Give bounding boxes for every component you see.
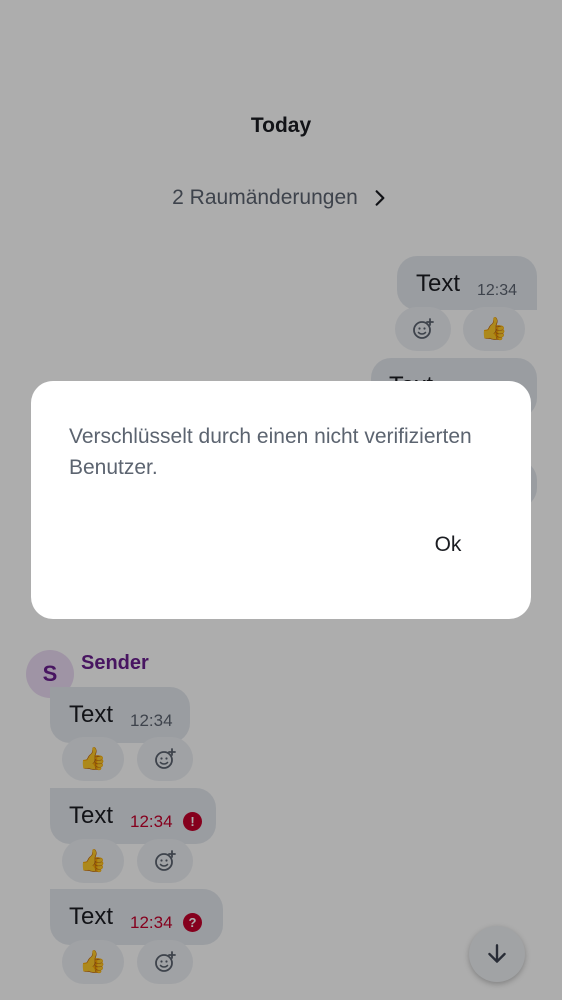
ok-button[interactable]: Ok	[419, 527, 477, 563]
encryption-info-dialog: Verschlüsselt durch einen nicht verifizi…	[31, 381, 531, 619]
dialog-message: Verschlüsselt durch einen nicht verifizi…	[69, 425, 472, 479]
